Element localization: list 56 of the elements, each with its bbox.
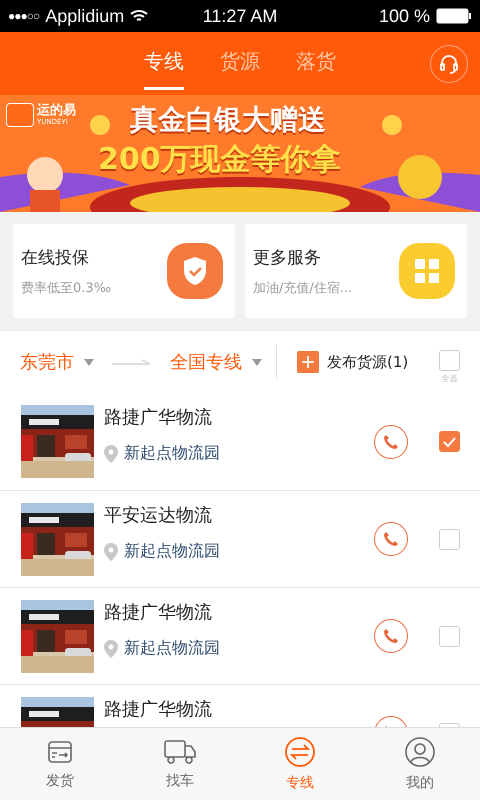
profile-icon <box>404 736 436 768</box>
plus-icon <box>297 351 319 373</box>
location-pin-icon <box>104 640 118 658</box>
battery-icon <box>436 8 472 24</box>
service-card[interactable]: 在线投保 费率低至0.3‰ <box>13 224 235 318</box>
shield-check-icon <box>167 243 223 299</box>
signal-strength: ●●●○○ <box>8 9 40 23</box>
company-name: 路捷广华物流 <box>104 406 213 429</box>
service-subtitle: 加油/充值/住宿... <box>253 280 354 296</box>
box-icon <box>46 738 74 766</box>
company-name: 路捷广华物流 <box>104 601 213 624</box>
clock-time: 11:27 AM <box>202 6 278 26</box>
exchange-arrows-icon <box>284 736 316 768</box>
company-address: 新起点物流园 <box>124 443 220 464</box>
caret-icon <box>84 358 94 366</box>
service-card[interactable]: 更多服务 加油/充值/住宿... <box>245 224 467 318</box>
origin-dropdown[interactable]: 东莞市 <box>20 350 94 374</box>
nav-tab[interactable]: 专线 <box>240 728 360 800</box>
nav-tab[interactable]: 发货 <box>0 728 120 800</box>
tab[interactable]: 专线 <box>144 38 184 90</box>
phone-icon <box>383 434 399 450</box>
wifi-icon <box>130 9 148 23</box>
service-title: 更多服务 <box>253 246 322 268</box>
brand-name: 运的易 <box>37 104 76 118</box>
banner-subline: 200万现金等你拿 <box>98 143 341 176</box>
battery-percent: 100 % <box>378 6 430 26</box>
location-pin-icon <box>104 542 118 560</box>
phone-icon <box>383 531 399 547</box>
service-title: 在线投保 <box>21 246 90 268</box>
truck-icon <box>163 738 197 766</box>
company-address: 新起点物流园 <box>124 541 220 562</box>
row-checkbox[interactable] <box>439 528 460 550</box>
grid-icon <box>399 243 455 299</box>
company-name: 路捷广华物流 <box>104 698 213 721</box>
phone-button[interactable] <box>374 424 408 458</box>
headset-icon <box>438 53 460 75</box>
destination-dropdown[interactable]: 全国专线 <box>170 350 262 374</box>
row-checkbox[interactable] <box>439 431 460 452</box>
service-subtitle: 费率低至0.3‰ <box>21 280 112 296</box>
nav-tab[interactable]: 我的 <box>360 728 480 800</box>
publish-button[interactable]: 发布货源(1) <box>297 351 408 373</box>
headset-button[interactable] <box>430 45 468 83</box>
banner-headline: 真金白银大赠送 <box>130 105 326 136</box>
nav-tab[interactable]: 找车 <box>120 728 240 800</box>
phone-button[interactable] <box>374 619 408 653</box>
select-all-label: 全选 <box>442 373 458 384</box>
carrier-name: Applidium <box>45 6 124 26</box>
location-pin-icon <box>104 444 118 462</box>
phone-button[interactable] <box>374 522 408 556</box>
caret-icon <box>252 358 262 366</box>
company-address: 新起点物流园 <box>124 638 220 659</box>
row-checkbox[interactable] <box>439 626 460 646</box>
logo-icon <box>6 103 34 127</box>
select-all-checkbox[interactable] <box>439 350 460 371</box>
company-name: 平安运达物流 <box>104 504 213 527</box>
phone-icon <box>383 628 399 644</box>
